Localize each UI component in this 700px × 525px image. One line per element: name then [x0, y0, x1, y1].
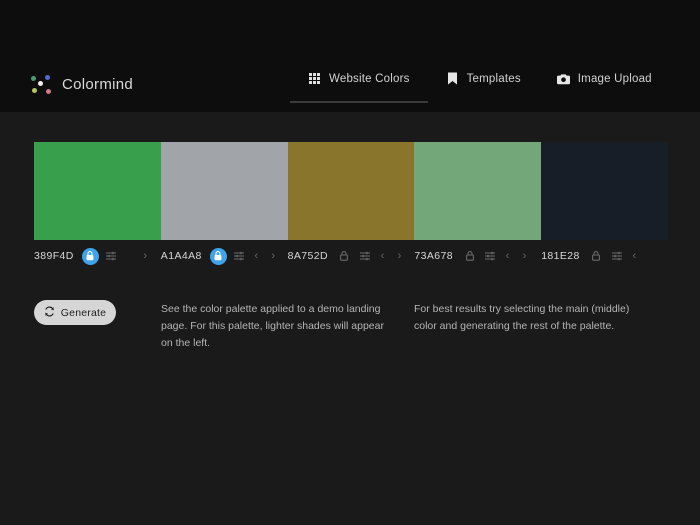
color-swatch[interactable] [541, 142, 668, 240]
brand[interactable]: Colormind [30, 70, 133, 98]
generate-button-label: Generate [60, 306, 107, 319]
hex-code-label: A1A4A8 [160, 250, 202, 262]
swatch-controls-row: 389F4D › A1A4A8 ‹ › 8A752D ‹ › 73A678 ‹ … [34, 245, 668, 267]
nav-item-website-colors[interactable]: Website Colors [290, 62, 428, 103]
prev-color-button[interactable]: ‹ [629, 250, 640, 262]
swatch-control-group: 181E28 ‹ [541, 245, 668, 267]
color-swatch[interactable] [160, 142, 288, 240]
hex-code-label: 181E28 [541, 250, 580, 262]
refresh-icon [44, 305, 55, 320]
next-color-button[interactable]: › [519, 250, 530, 262]
next-color-button[interactable]: › [268, 250, 279, 262]
app-header: Colormind Website Colors Templates Image… [0, 0, 700, 112]
next-color-button[interactable]: › [140, 250, 151, 262]
hex-code-label: 389F4D [34, 250, 74, 262]
camera-icon [556, 72, 570, 85]
bookmark-icon [446, 72, 459, 85]
sliders-icon[interactable] [359, 250, 371, 262]
hex-code-label: 73A678 [414, 250, 453, 262]
prev-color-button[interactable]: ‹ [251, 250, 262, 262]
generate-button[interactable]: Generate [34, 300, 116, 325]
sliders-icon[interactable] [105, 250, 117, 262]
color-swatch[interactable] [414, 142, 542, 240]
grid-icon [308, 72, 321, 85]
nav-item-templates[interactable]: Templates [428, 62, 539, 103]
swatch-control-group: A1A4A8 ‹ › [161, 245, 288, 267]
lock-icon[interactable] [461, 248, 478, 265]
prev-color-button[interactable]: ‹ [377, 250, 388, 262]
swatch-control-group: 389F4D › [34, 245, 161, 267]
lock-icon[interactable] [81, 247, 99, 265]
colormind-app: Colormind Website Colors Templates Image… [0, 0, 700, 525]
lock-icon[interactable] [209, 247, 227, 265]
info-text-right: For best results try selecting the main … [414, 303, 630, 332]
swatch-control-group: 8A752D ‹ › [288, 245, 415, 267]
prev-color-button[interactable]: ‹ [502, 250, 513, 262]
nav-label-templates: Templates [466, 72, 521, 85]
nav-label-image-upload: Image Upload [577, 72, 652, 85]
info-text-left: See the color palette applied to a demo … [161, 303, 384, 349]
color-palette [34, 142, 668, 240]
sliders-icon[interactable] [611, 250, 623, 262]
next-color-button[interactable]: › [394, 250, 405, 262]
colormind-dots-logo-icon [30, 73, 52, 95]
lock-icon[interactable] [588, 248, 605, 265]
nav-label-website-colors: Website Colors [329, 72, 410, 85]
nav-item-image-upload[interactable]: Image Upload [539, 62, 670, 103]
swatch-control-group: 73A678 ‹ › [414, 245, 541, 267]
color-swatch[interactable] [287, 142, 415, 240]
lock-icon[interactable] [336, 248, 353, 265]
color-swatch[interactable] [34, 142, 161, 240]
hex-code-label: 8A752D [287, 250, 328, 262]
main-nav: Website Colors Templates Image Upload [290, 62, 670, 103]
sliders-icon[interactable] [233, 250, 245, 262]
sliders-icon[interactable] [484, 250, 496, 262]
brand-name: Colormind [62, 75, 134, 93]
